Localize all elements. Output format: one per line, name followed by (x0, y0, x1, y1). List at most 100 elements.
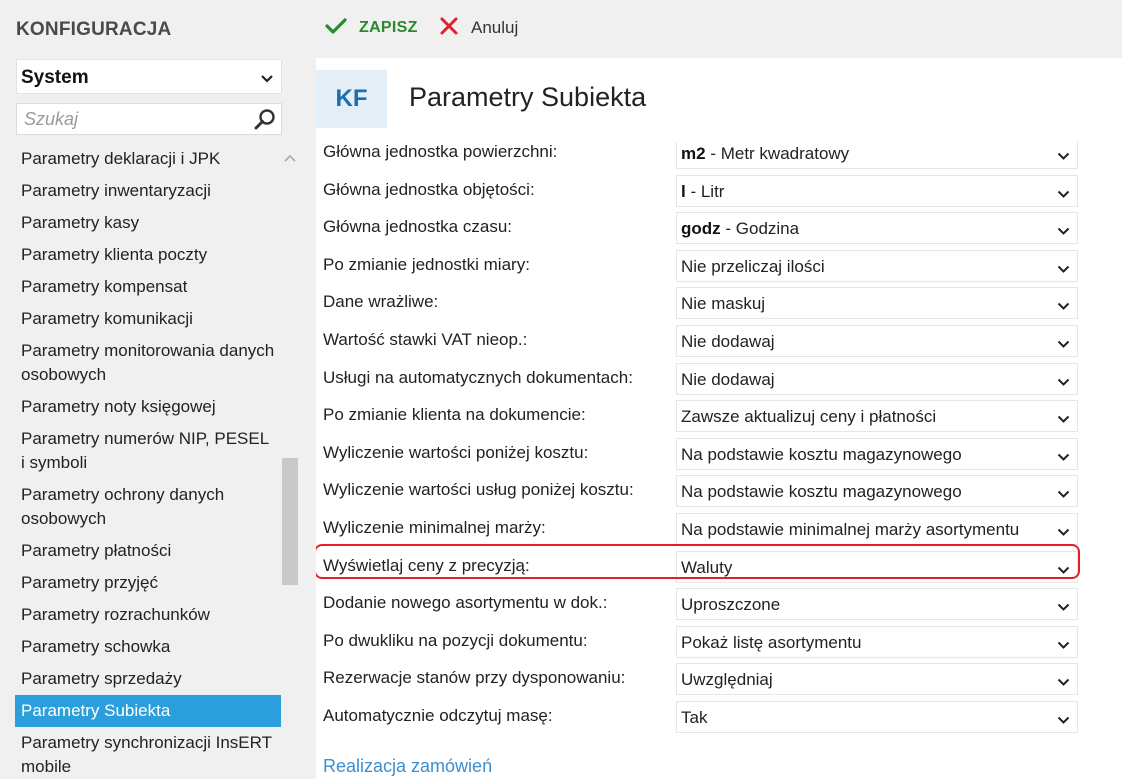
setting-value-text: Zawsze aktualizuj ceny i płatności (681, 407, 937, 427)
setting-value-text: Waluty (681, 557, 733, 577)
setting-row: Automatycznie odczytuj masę: Tak (316, 698, 1122, 735)
chevron-down-icon (1057, 674, 1070, 692)
setting-dropdown[interactable]: Nie dodawaj (676, 325, 1078, 357)
chevron-down-icon (1057, 186, 1070, 204)
check-icon (324, 17, 348, 40)
setting-value-text: - Litr (690, 181, 725, 201)
setting-value: Nie dodawaj (681, 332, 775, 352)
sidebar-item[interactable]: Parametry komunikacji (15, 303, 281, 335)
setting-value-text: - Metr kwadratowy (710, 144, 850, 163)
sidebar-title: KONFIGURACJA (16, 19, 172, 40)
sidebar-item[interactable]: Parametry deklaracji i JPK (15, 143, 281, 175)
save-button-label: ZAPISZ (359, 19, 418, 36)
setting-dropdown[interactable]: Tak (676, 701, 1078, 733)
sidebar-item[interactable]: Parametry sprzedaży (15, 663, 281, 695)
sidebar-item[interactable]: Parametry kasy (15, 207, 281, 239)
setting-value: Uproszczone (681, 595, 780, 615)
module-badge: KF (316, 70, 387, 128)
chevron-down-icon (1057, 524, 1070, 542)
setting-label: Wyświetlaj ceny z precyzją: (323, 555, 530, 575)
setting-dropdown[interactable]: Na podstawie kosztu magazynowego (676, 475, 1078, 508)
setting-label: Automatycznie odczytuj masę: (323, 706, 553, 725)
setting-value: Na podstawie minimalnej marży asortyment… (681, 520, 1019, 540)
sidebar: KONFIGURACJA System Parametry deklaracji… (0, 0, 300, 779)
setting-value-text: Nie dodawaj (681, 369, 775, 389)
setting-row: Wyświetlaj ceny z precyzją: Waluty (316, 548, 1122, 585)
setting-dropdown[interactable]: Pokaż listę asortymentu (676, 625, 1078, 658)
setting-value-text: Na podstawie minimalnej marży asortyment… (681, 520, 1020, 539)
setting-value: l - Litr (681, 182, 724, 202)
sidebar-item[interactable]: Parametry kompensat (15, 271, 281, 303)
save-button[interactable]: ZAPISZ (324, 14, 418, 42)
setting-value: Tak (681, 708, 707, 728)
setting-row: Dane wrażliwe: Nie maskuj (316, 284, 1122, 321)
setting-value-code: godz (681, 219, 721, 239)
setting-dropdown[interactable]: Na podstawie kosztu magazynowego (676, 437, 1078, 470)
search-icon[interactable] (253, 108, 277, 137)
sidebar-item[interactable]: Parametry ochrony danych osobowych (15, 479, 281, 535)
setting-dropdown[interactable]: Nie maskuj (676, 287, 1078, 320)
setting-value-text: Nie dodawaj (681, 332, 775, 351)
sidebar-scrollbar-thumb[interactable] (282, 458, 298, 585)
sidebar-item[interactable]: Parametry przyjęć (15, 567, 281, 599)
setting-value-text: Tak (681, 708, 708, 727)
sidebar-item[interactable]: Parametry synchronizacji InsERT mobile (15, 727, 281, 779)
setting-label: Rezerwacje stanów przy dysponowaniu: (323, 668, 626, 688)
setting-label: Wyliczenie wartości poniżej kosztu: (323, 442, 589, 462)
chevron-down-icon (1057, 374, 1070, 392)
setting-value: Nie maskuj (681, 294, 765, 314)
setting-label: Usługi na automatycznych dokumentach: (323, 367, 633, 387)
setting-value: Uwzględniaj (681, 670, 773, 690)
sidebar-item[interactable]: Parametry schowka (15, 631, 281, 663)
sidebar-item[interactable]: Parametry monitorowania danych osobowych (15, 335, 281, 391)
setting-row: Rezerwacje stanów przy dysponowaniu: Uwzg… (316, 660, 1122, 697)
setting-dropdown[interactable]: Zawsze aktualizuj ceny i płatności (676, 400, 1078, 433)
close-icon (439, 16, 459, 41)
setting-row: Po zmianie jednostki miary: Nie przelicza… (316, 247, 1122, 284)
sidebar-item[interactable]: Parametry numerów NIP, PESEL i symboli (15, 423, 281, 479)
setting-dropdown[interactable]: Nie dodawaj (676, 362, 1078, 395)
toolbar: ZAPISZ Anuluj (300, 0, 1122, 56)
sidebar-item[interactable]: Parametry płatności (15, 535, 281, 567)
scroll-up-icon[interactable] (283, 150, 297, 168)
setting-row: Wyliczenie wartości poniżej kosztu: Na po… (316, 435, 1122, 472)
setting-label: Główna jednostka czasu: (323, 217, 512, 237)
chevron-down-icon (1057, 562, 1070, 580)
setting-label: Główna jednostka powierzchni: (323, 142, 558, 161)
setting-dropdown[interactable]: Na podstawie minimalnej marży asortyment… (676, 513, 1078, 545)
sidebar-item[interactable]: Parametry inwentaryzacji (15, 175, 281, 207)
setting-value: Nie dodawaj (681, 370, 775, 390)
chevron-down-icon (1057, 599, 1070, 617)
setting-dropdown[interactable]: Nie przeliczaj ilości (676, 249, 1078, 282)
setting-row: Wyliczenie wartości usług poniżej kosztu… (316, 472, 1122, 509)
setting-row: Wyliczenie minimalnej marży: Na podstawie… (316, 510, 1122, 547)
setting-dropdown[interactable]: Waluty (676, 550, 1078, 583)
chevron-down-icon (1057, 449, 1070, 467)
chevron-down-icon (1057, 261, 1070, 279)
setting-row: Główna jednostka czasu: godz - Godzina (316, 209, 1122, 246)
search-input[interactable] (17, 104, 254, 134)
sidebar-item[interactable]: Parametry Subiekta (15, 695, 281, 727)
setting-row: Po zmianie klienta na dokumencie: Zawsze … (316, 397, 1122, 434)
chevron-down-icon (1057, 411, 1070, 429)
setting-value-text: Na podstawie kosztu magazynowego (681, 444, 962, 464)
sidebar-item[interactable]: Parametry noty księgowej (15, 391, 281, 423)
cancel-button-label: Anuluj (471, 18, 519, 37)
setting-dropdown[interactable]: Uproszczone (676, 588, 1078, 621)
chevron-down-icon (1057, 298, 1070, 316)
setting-dropdown[interactable]: l - Litr (676, 174, 1078, 207)
cancel-button[interactable]: Anuluj (439, 14, 518, 42)
setting-dropdown[interactable]: godz - Godzina (676, 212, 1078, 245)
section-link-realizacja[interactable]: Realizacja zamówień (323, 756, 492, 777)
setting-label: Dane wrażliwe: (323, 292, 439, 312)
settings-panel: Główna jednostka powierzchni: m2 - Metr k… (316, 58, 1122, 779)
sidebar-item[interactable]: Parametry klienta poczty (15, 239, 281, 271)
module-select[interactable]: System (16, 59, 282, 94)
setting-value-text: Uproszczone (681, 595, 781, 615)
setting-dropdown[interactable]: Uwzględniaj (676, 663, 1078, 696)
setting-row: Dodanie nowego asortymentu w dok.: Uprosz… (316, 585, 1122, 622)
setting-label: Po zmianie jednostki miary: (323, 254, 530, 274)
setting-value: m2 - Metr kwadratowy (681, 144, 849, 164)
sidebar-item[interactable]: Parametry rozrachunków (15, 599, 281, 631)
setting-value: Na podstawie kosztu magazynowego (681, 445, 962, 465)
